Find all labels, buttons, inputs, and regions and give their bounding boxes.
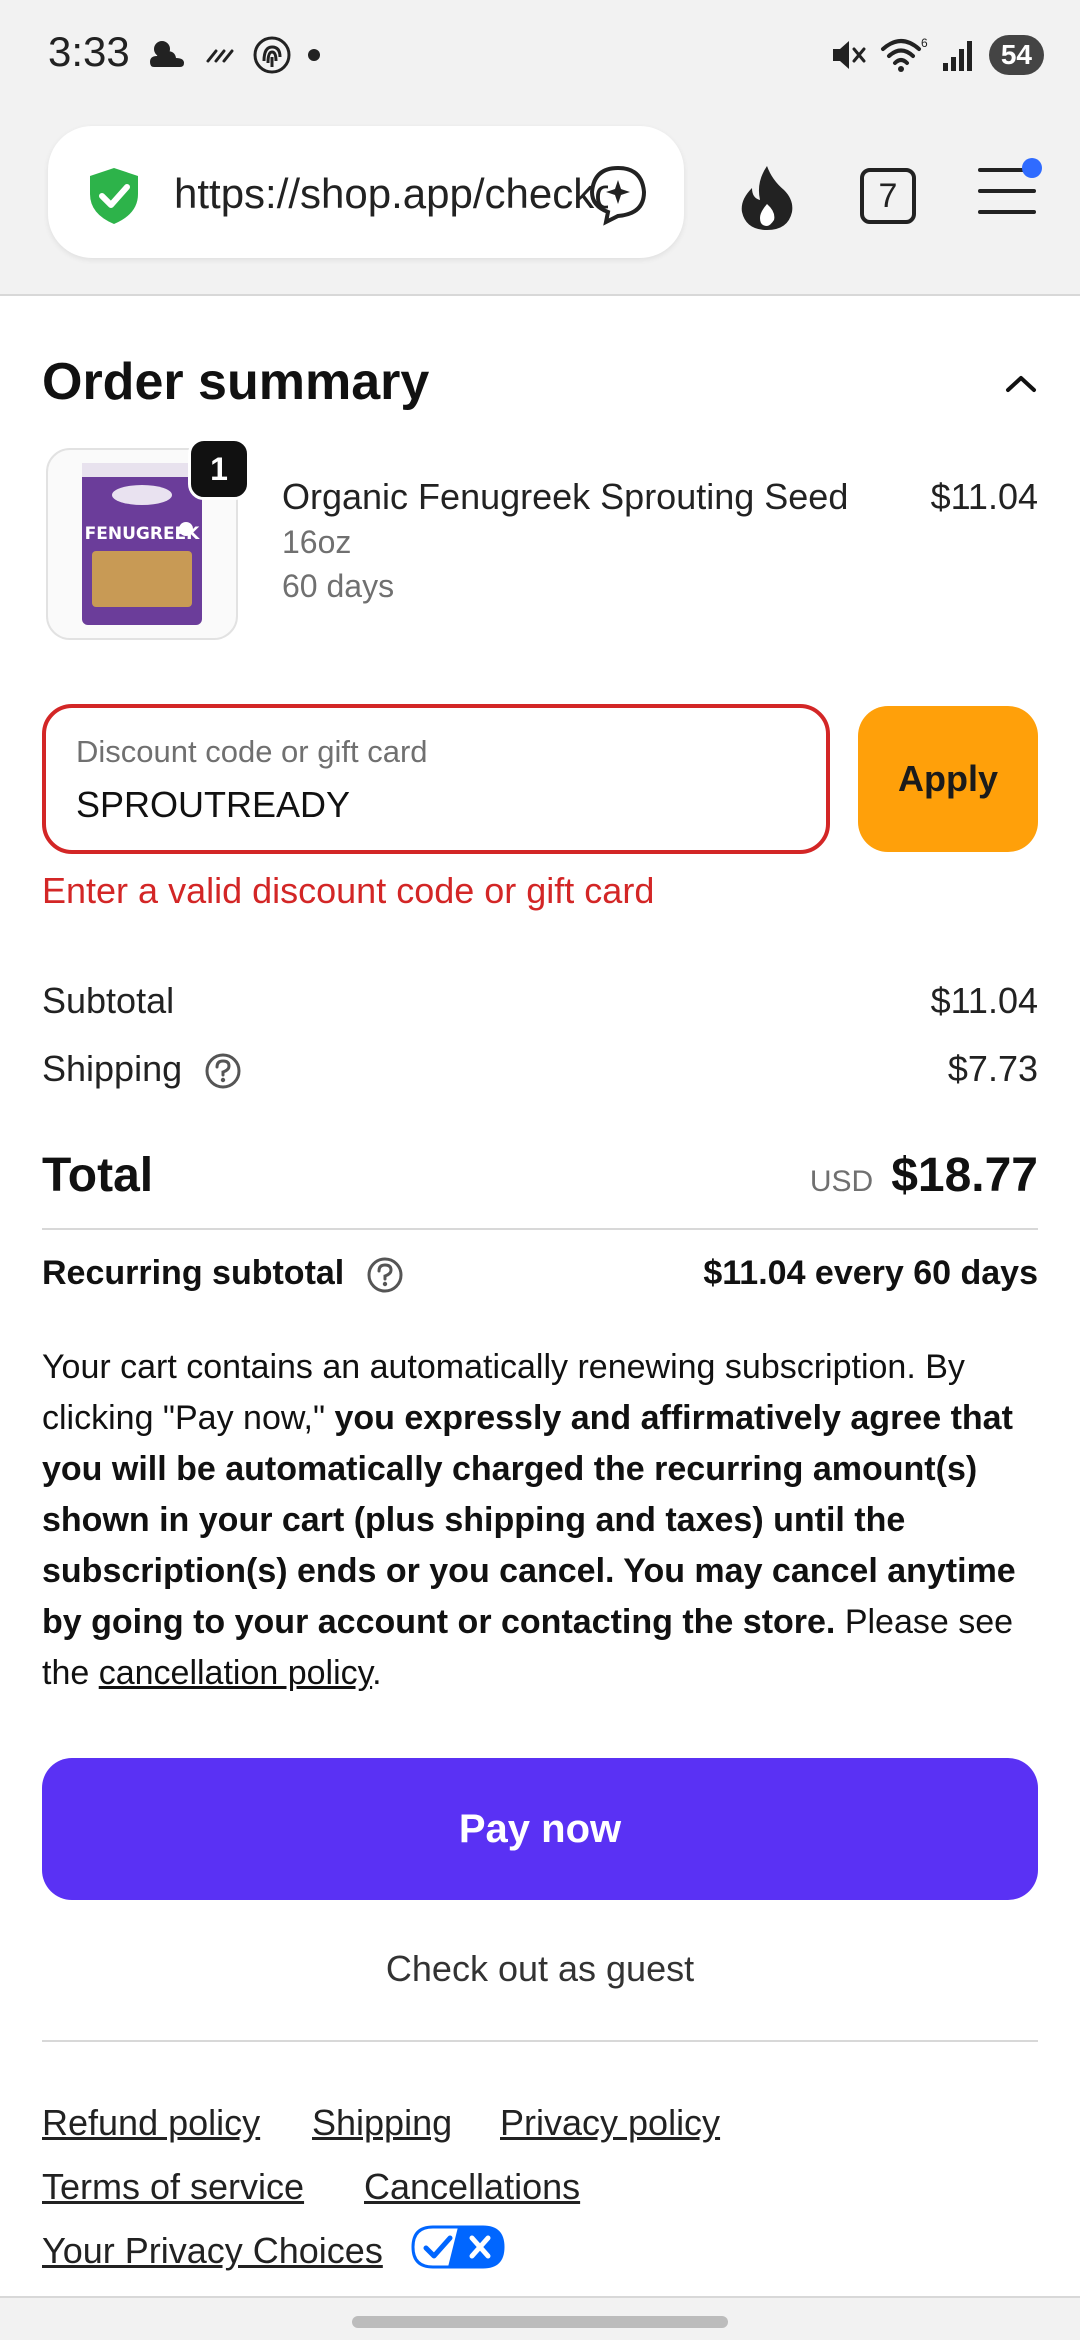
cancellations-link[interactable]: Cancellations (364, 2166, 580, 2208)
shipping-label: Shipping (42, 1048, 183, 1089)
dot-icon (308, 49, 320, 61)
battery-icon: 54 (988, 35, 1044, 75)
haze-icon (206, 49, 234, 63)
fire-icon[interactable] (738, 164, 796, 232)
subtotal-value: $11.04 (930, 980, 1038, 1021)
tab-count-button[interactable]: 7 (860, 168, 916, 224)
status-icons-right: 6 54 (827, 30, 1044, 80)
svg-text:6: 6 (921, 36, 928, 50)
home-indicator[interactable] (352, 2316, 728, 2328)
checkout-as-guest-link[interactable]: Check out as guest (42, 1948, 1038, 1990)
cloud-icon (150, 41, 184, 67)
shipping-value: $7.73 (947, 1048, 1038, 1089)
cancellation-policy-link[interactable]: cancellation policy (99, 1654, 372, 1692)
divider (42, 2040, 1038, 2042)
fingerprint-icon (253, 36, 291, 74)
url-text[interactable]: https://shop.app/checkout (174, 170, 608, 218)
privacy-choices-link[interactable]: Your Privacy Choices (42, 2230, 383, 2272)
order-summary-header[interactable]: Order summary (42, 352, 1038, 412)
recurring-help-icon[interactable] (366, 1256, 404, 1294)
total-label: Total (42, 1149, 154, 1202)
browser-toolbar: https://shop.app/checkout 7 (0, 110, 1080, 296)
total-row: Total USD $18.77 (42, 1148, 1038, 1218)
line-item: FENUGREEK 1 Organic Fenugreek Sprouting … (42, 438, 1038, 648)
product-variant: 16oz (282, 524, 352, 560)
recurring-value: $11.04 every 60 days (703, 1254, 1038, 1292)
terms-of-service-link[interactable]: Terms of service (42, 2166, 304, 2208)
signal-icon (942, 41, 972, 71)
discount-error-message: Enter a valid discount code or gift card (42, 870, 655, 911)
shipping-row: Shipping $7.73 (42, 1048, 1038, 1090)
discount-field-value[interactable]: SPROUTREADY (76, 784, 350, 826)
product-price: $11.04 (930, 476, 1038, 517)
product-name: Organic Fenugreek Sprouting Seed (282, 476, 849, 517)
quantity-badge: 1 (188, 438, 250, 500)
divider (42, 1228, 1038, 1230)
status-icons-left (148, 30, 322, 80)
privacy-policy-link[interactable]: Privacy policy (500, 2102, 720, 2144)
subtotal-label: Subtotal (42, 980, 175, 1021)
shipping-help-icon[interactable] (204, 1052, 242, 1090)
recurring-subtotal-row: Recurring subtotal $11.04 every 60 days (42, 1254, 1038, 1294)
assistant-sparkle-icon[interactable] (586, 162, 650, 226)
subtotal-row: Subtotal $11.04 (42, 980, 1038, 1022)
mute-icon (832, 41, 866, 69)
disclosure-end: . (372, 1654, 382, 1692)
subscription-disclosure: Your cart contains an automatically rene… (42, 1342, 1042, 1699)
shield-check-icon (90, 168, 138, 224)
menu-icon[interactable] (978, 158, 1042, 224)
discount-code-field[interactable]: Discount code or gift card SPROUTREADY (42, 704, 830, 854)
recurring-label: Recurring subtotal (42, 1254, 345, 1292)
currency-code: USD (809, 1165, 874, 1198)
apply-discount-button[interactable]: Apply (858, 706, 1038, 852)
status-bar: 3:33 6 54 (0, 0, 1080, 110)
navigation-bar (0, 2296, 1080, 2340)
refund-policy-link[interactable]: Refund policy (42, 2102, 260, 2144)
order-summary-title: Order summary (42, 353, 430, 411)
pay-now-button[interactable]: Pay now (42, 1758, 1038, 1900)
product-frequency: 60 days (282, 568, 395, 604)
wifi-icon: 6 (880, 36, 928, 72)
notification-dot (1022, 158, 1042, 178)
url-bar[interactable]: https://shop.app/checkout (48, 126, 684, 258)
privacy-choices-toggle-icon[interactable] (410, 2224, 506, 2270)
discount-field-label: Discount code or gift card (76, 734, 428, 769)
total-amount: $18.77 (891, 1149, 1038, 1202)
shipping-policy-link[interactable]: Shipping (312, 2102, 452, 2144)
status-time: 3:33 (48, 28, 130, 75)
chevron-up-icon[interactable] (1004, 372, 1038, 394)
